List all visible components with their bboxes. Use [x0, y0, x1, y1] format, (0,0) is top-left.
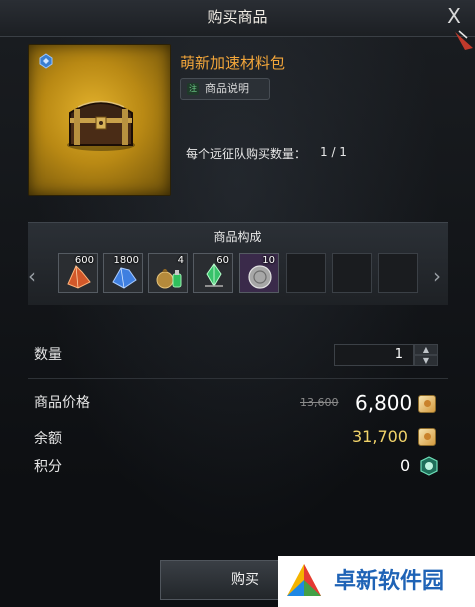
close-button[interactable]: X	[441, 2, 467, 30]
quantity-value: 1	[394, 347, 403, 362]
gold-bar-icon	[418, 428, 436, 446]
purchase-limit-value: 1 / 1	[320, 145, 347, 159]
green-leapstone-icon	[205, 263, 223, 287]
balance-value: 31,700	[352, 427, 408, 446]
chevron-left-icon[interactable]: ‹	[28, 264, 36, 288]
composition-item-2[interactable]: 1800	[103, 253, 143, 293]
product-image	[28, 44, 171, 196]
quantity-label: 数量	[34, 347, 62, 363]
composition-item-4[interactable]: 60	[193, 253, 233, 293]
quantity-stepper[interactable]: ▲ ▼	[414, 344, 438, 366]
item-quantity: 60	[216, 255, 229, 266]
composition-item-3[interactable]: 4	[148, 253, 188, 293]
chevron-right-icon[interactable]: ›	[433, 264, 441, 288]
silver-coin-icon	[248, 265, 272, 289]
close-icon[interactable]: X	[447, 4, 461, 28]
red-crystal-icon	[67, 265, 91, 289]
item-quantity: 10	[262, 255, 275, 266]
composition-title: 商品构成	[213, 230, 262, 244]
composition-empty-slot	[378, 253, 418, 293]
composition-item-5[interactable]: 10	[239, 253, 279, 293]
grade-badge-icon	[39, 53, 53, 69]
corner-ribbon-icon	[455, 30, 473, 50]
balance-label: 余额	[34, 431, 62, 447]
quantity-input[interactable]: 1	[334, 344, 414, 366]
purchase-limit-label: 每个远征队购买数量：	[186, 147, 307, 161]
item-quantity: 600	[74, 255, 94, 266]
divider	[28, 378, 448, 379]
chevron-down-icon[interactable]: ▼	[414, 355, 438, 366]
item-quantity: 1800	[113, 255, 139, 266]
product-name: 萌新加速材料包	[180, 54, 286, 72]
points-label: 积分	[34, 459, 62, 475]
original-price: 13,600	[300, 396, 339, 409]
composition-item-1[interactable]: 600	[58, 253, 98, 293]
pouch-and-potion-icon	[156, 269, 182, 289]
site-watermark: 卓新软件园	[278, 556, 475, 607]
points-value: 0	[400, 456, 411, 475]
note-tag-icon: 注	[187, 83, 199, 95]
price-label: 商品价格	[34, 395, 90, 411]
product-description-button[interactable]: 注 商品说明	[180, 78, 270, 100]
watermark-logo-icon	[287, 564, 321, 596]
gold-bar-icon	[418, 395, 436, 413]
chevron-up-icon[interactable]: ▲	[414, 344, 438, 355]
composition-empty-slot	[332, 253, 372, 293]
treasure-chest-icon	[67, 100, 135, 151]
dialog-title: 购买商品	[207, 8, 268, 26]
item-quantity: 4	[177, 255, 184, 266]
point-badge-icon	[420, 456, 438, 476]
sale-price: 6,800	[355, 391, 413, 415]
watermark-text: 卓新软件园	[334, 569, 445, 594]
blue-crystal-icon	[112, 267, 137, 289]
composition-empty-slot	[286, 253, 326, 293]
product-description-label: 商品说明	[205, 82, 249, 95]
